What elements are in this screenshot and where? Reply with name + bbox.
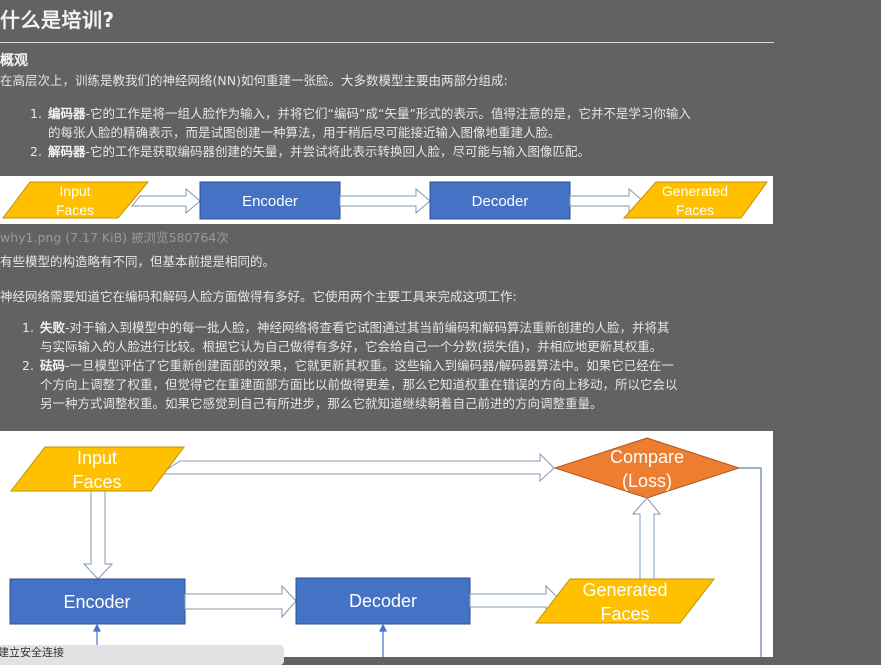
arrow-generated-to-compare <box>631 497 662 580</box>
page-title: 什么是培训? <box>0 8 115 32</box>
encoder-box: Encoder <box>9 578 186 625</box>
parts-list: 1. 编码器-它的工作是将一组人脸作为输入，并将它们“编码”成“矢量”形式的表示… <box>30 104 775 161</box>
tools-list: 1. 失败-对于输入到模型中的每一批人脸，神经网络将查看它试图通过其当前编码和解… <box>22 318 777 413</box>
diagram-encoder-decoder-image[interactable]: Input Faces Encoder Decoder Generated Fa… <box>0 176 773 224</box>
svg-text:Faces: Faces <box>676 202 714 218</box>
title-divider <box>0 42 774 43</box>
decoder-box: Decoder <box>295 577 471 625</box>
svg-text:Compare: Compare <box>610 447 684 467</box>
decoder-box: Decoder <box>429 181 571 220</box>
list-item: 2. 解码器-它的工作是获取编码器创建的矢量，并尝试将此表示转换回人脸，尽可能与… <box>30 144 591 159</box>
generated-faces-shape: Generated Faces <box>534 578 716 624</box>
svg-text:Faces: Faces <box>72 472 121 492</box>
tools-paragraph: 神经网络需要知道它在编码和解码人脸方面做得有多好。它使用两个主要工具来完成这项工… <box>0 289 517 304</box>
arrow-input-to-compare <box>158 452 555 483</box>
image-caption[interactable]: why1.png (7.17 KiB) 被浏览580764次 <box>0 227 229 246</box>
arrow-input-to-encoder <box>130 187 201 215</box>
feedback-line <box>739 467 762 657</box>
list-item: 2. 砝码-一旦模型评估了它重新创建面部的效果，它就更新其权重。这些输入到编码器… <box>22 358 678 411</box>
svg-text:Input: Input <box>77 448 117 468</box>
term-encoder: 编码器 <box>48 106 86 121</box>
list-item: 1. 编码器-它的工作是将一组人脸作为输入，并将它们“编码”成“矢量”形式的表示… <box>30 106 691 140</box>
svg-text:Generated: Generated <box>582 580 667 600</box>
svg-text:Encoder: Encoder <box>63 592 130 612</box>
variation-paragraph: 有些模型的构造略有不同，但基本前提是相同的。 <box>0 254 276 269</box>
svg-text:Faces: Faces <box>56 202 94 218</box>
svg-text:Decoder: Decoder <box>472 193 529 210</box>
svg-text:Input: Input <box>59 183 90 199</box>
svg-text:Encoder: Encoder <box>242 193 298 210</box>
input-faces-shape: Input Faces <box>9 446 185 492</box>
list-item: 1. 失败-对于输入到模型中的每一批人脸，神经网络将查看它试图通过其当前编码和解… <box>22 320 670 354</box>
svg-text:Generated: Generated <box>662 183 728 199</box>
svg-text:Faces: Faces <box>600 604 649 624</box>
svg-text:(Loss): (Loss) <box>622 471 672 491</box>
term-decoder: 解码器 <box>48 144 86 159</box>
status-tooltip: 建立安全连接 <box>0 645 284 665</box>
input-faces-shape: Input Faces <box>2 181 150 219</box>
svg-text:Decoder: Decoder <box>349 591 417 611</box>
arrow-input-to-encoder <box>82 490 114 580</box>
weights-arrow-decoder <box>379 623 387 657</box>
diagram-training-loop-image[interactable]: Input Faces Compare (Loss) Encoder Decod… <box>0 431 773 657</box>
term-loss: 失败 <box>40 320 66 335</box>
generated-faces-shape: Generated Faces <box>622 181 768 219</box>
arrow-decoder-to-generated <box>469 584 559 613</box>
arrow-encoder-to-decoder <box>184 584 297 619</box>
intro-paragraph: 在高层次上，训练是教我们的神经网络(NN)如何重建一张脸。大多数模型主要由两部分… <box>0 73 508 88</box>
term-weights: 砝码 <box>40 358 66 373</box>
encoder-box: Encoder <box>199 181 341 220</box>
compare-loss-diamond: Compare (Loss) <box>553 437 741 499</box>
section-heading-overview: 概观 <box>0 53 28 69</box>
arrow-encoder-to-decoder <box>339 187 431 215</box>
